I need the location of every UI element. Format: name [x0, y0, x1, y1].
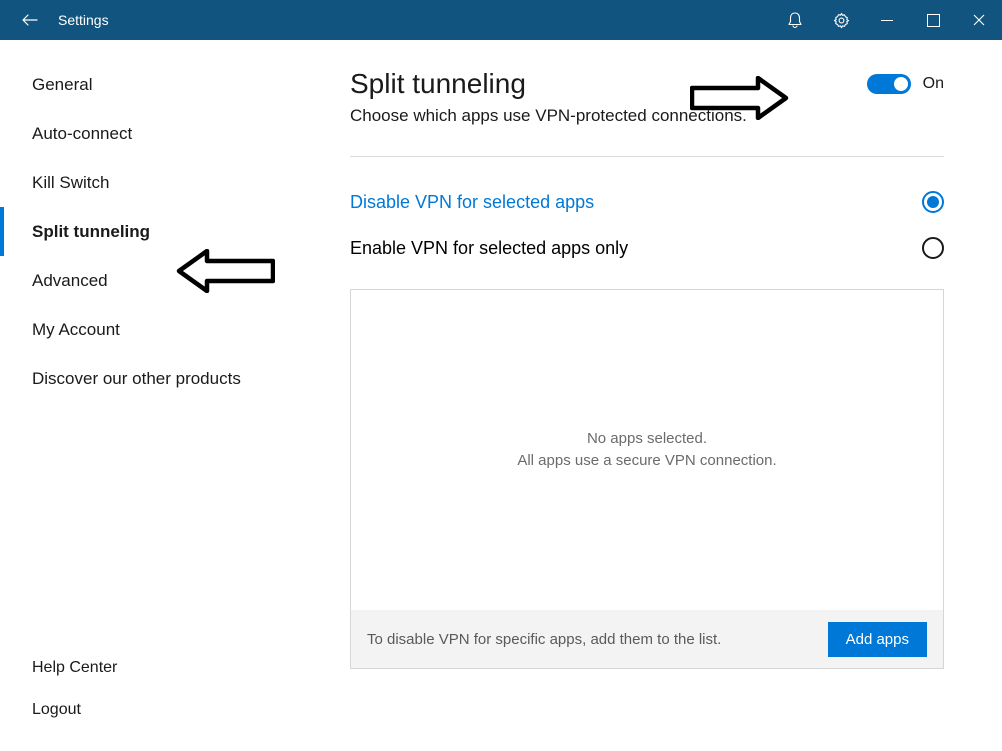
footer-hint: To disable VPN for specific apps, add th… [367, 631, 721, 648]
sidebar-item-label: Help Center [32, 659, 117, 677]
page-heading: Split tunneling [350, 68, 526, 100]
option-enable-vpn-selected-only[interactable]: Enable VPN for selected apps only [350, 225, 944, 271]
window-title: Settings [58, 12, 109, 28]
empty-line-1: No apps selected. [587, 428, 707, 451]
titlebar: Settings [0, 0, 1002, 40]
sidebar-item-label: Logout [32, 701, 81, 719]
bell-icon [787, 12, 803, 29]
sidebar-item-general[interactable]: General [0, 60, 299, 109]
apps-list-box: No apps selected. All apps use a secure … [350, 289, 944, 669]
option-label: Enable VPN for selected apps only [350, 238, 922, 259]
sidebar-item-discover[interactable]: Discover our other products [0, 354, 299, 403]
sidebar-item-split-tunneling[interactable]: Split tunneling [0, 207, 299, 256]
split-tunneling-toggle[interactable] [867, 74, 911, 94]
apps-empty-state: No apps selected. All apps use a secure … [351, 290, 943, 610]
sidebar-item-label: Discover our other products [32, 369, 241, 389]
empty-line-2: All apps use a secure VPN connection. [517, 450, 776, 473]
option-disable-vpn-selected[interactable]: Disable VPN for selected apps [350, 179, 944, 225]
sidebar-item-kill-switch[interactable]: Kill Switch [0, 158, 299, 207]
window-maximize-button[interactable] [910, 0, 956, 40]
window-minimize-button[interactable] [864, 0, 910, 40]
sidebar-item-label: My Account [32, 320, 120, 340]
sidebar-item-label: Auto-connect [32, 124, 132, 144]
sidebar-item-my-account[interactable]: My Account [0, 305, 299, 354]
main-panel: Split tunneling On Choose which apps use… [300, 40, 1002, 751]
apps-box-footer: To disable VPN for specific apps, add th… [351, 610, 943, 668]
add-apps-button[interactable]: Add apps [828, 622, 927, 657]
sidebar: General Auto-connect Kill Switch Split t… [0, 40, 300, 751]
sidebar-item-label: Split tunneling [32, 222, 150, 242]
sidebar-item-help-center[interactable]: Help Center [0, 647, 299, 689]
radio-icon [922, 191, 944, 213]
sidebar-item-label: General [32, 75, 92, 95]
back-button[interactable] [10, 0, 50, 40]
divider [350, 156, 944, 157]
radio-icon [922, 237, 944, 259]
sidebar-item-logout[interactable]: Logout [0, 689, 299, 731]
gear-icon [833, 12, 850, 29]
option-label: Disable VPN for selected apps [350, 192, 922, 213]
close-icon [973, 14, 985, 26]
sidebar-item-label: Advanced [32, 271, 108, 291]
window-close-button[interactable] [956, 0, 1002, 40]
sidebar-item-auto-connect[interactable]: Auto-connect [0, 109, 299, 158]
sidebar-item-advanced[interactable]: Advanced [0, 256, 299, 305]
page-subheading: Choose which apps use VPN-protected conn… [350, 106, 944, 126]
arrow-left-icon [22, 12, 38, 28]
notification-button[interactable] [772, 0, 818, 40]
toggle-state-label: On [923, 75, 944, 93]
settings-gear-button[interactable] [818, 0, 864, 40]
sidebar-item-label: Kill Switch [32, 173, 109, 193]
